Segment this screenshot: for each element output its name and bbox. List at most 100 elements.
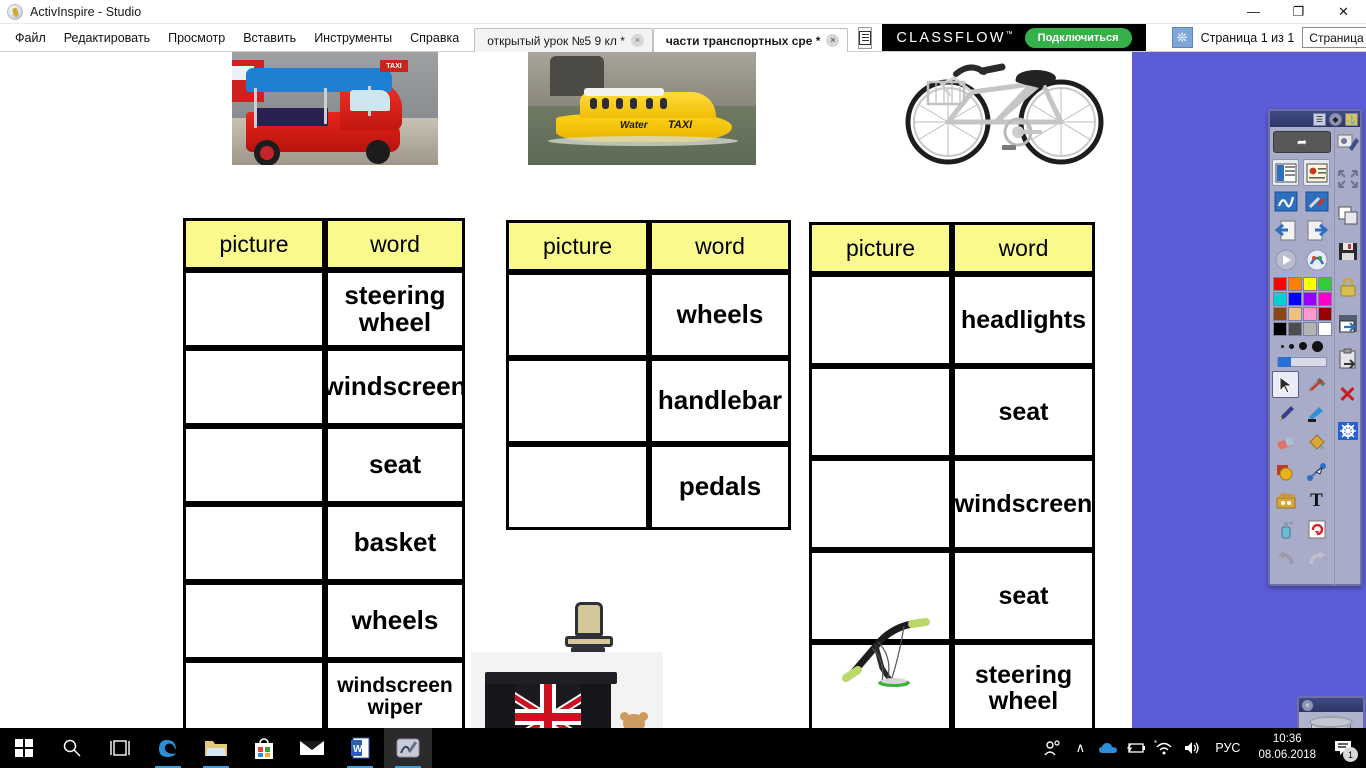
select-tool[interactable] [1272,371,1299,398]
show-hidden-icons-icon[interactable]: ∧ [1067,728,1093,768]
pen-tool[interactable] [1272,400,1299,427]
bicycle-photo[interactable] [896,52,1114,167]
battery-icon[interactable] [1123,728,1149,768]
fill-tool[interactable] [1303,429,1330,456]
clock[interactable]: 10:36 08.06.2018 [1250,732,1324,763]
table-row[interactable]: handlebar [506,358,791,444]
table-tuk-tuk[interactable]: picture word steering wheel windscreen s… [183,218,467,728]
tab-close-icon[interactable]: × [826,34,840,47]
duplicate-icon[interactable] [1336,203,1360,227]
table-row[interactable]: headlights [809,274,1095,366]
page-browser-icon[interactable] [1272,159,1299,186]
table-row[interactable]: seat [809,366,1095,458]
word-cell[interactable]: seat [952,366,1095,458]
minimize-button[interactable]: — [1231,0,1276,24]
tab-close-icon[interactable]: × [630,34,644,47]
table-row[interactable]: steering wheel [183,270,465,348]
palette-dock-icon[interactable]: ☰ [1313,112,1326,126]
picture-cell[interactable] [183,504,325,582]
toolbox-header[interactable]: ☰ ◆ ⚓ [1270,111,1360,127]
palette-pin-icon[interactable]: ⚓ [1345,112,1358,126]
union-jack-chest-photo[interactable] [471,652,663,728]
table-water-taxi[interactable]: picture word wheels handlebar pedals [506,220,791,530]
previous-page-icon[interactable] [1272,217,1299,244]
zoom-select[interactable]: Страница целиком ⌄ [1302,27,1366,48]
menu-help[interactable]: Справка [401,27,468,49]
color-swatch[interactable] [1287,322,1302,336]
car-seat-photo[interactable] [553,600,625,658]
menu-insert[interactable]: Вставить [234,27,305,49]
picture-cell[interactable] [506,444,649,530]
table-row[interactable]: wheels [506,272,791,358]
start-button[interactable] [0,728,48,768]
tab-vehicle-parts[interactable]: части транспортных сре * × [652,28,849,52]
clipboard-icon[interactable] [1336,347,1360,371]
activinspire-button[interactable] [384,728,432,768]
pen-width-option[interactable] [1289,343,1294,349]
table-row[interactable]: seat [183,426,465,504]
color-swatch[interactable] [1272,307,1287,321]
color-swatch[interactable] [1287,307,1302,321]
handlebar-photo[interactable] [842,612,940,690]
picture-cell[interactable] [809,458,952,550]
volume-icon[interactable] [1179,728,1205,768]
delete-icon[interactable]: ✕ [1336,383,1360,407]
people-icon[interactable] [1039,728,1065,768]
picture-cell[interactable] [183,348,325,426]
file-explorer-button[interactable] [192,728,240,768]
table-row[interactable]: basket [183,504,465,582]
picture-cell[interactable] [506,272,649,358]
highlighter-tool[interactable] [1303,400,1330,427]
undo-icon[interactable] [1272,545,1299,572]
task-view-button[interactable] [96,728,144,768]
color-swatch[interactable] [1317,307,1332,321]
pen-width-option[interactable] [1281,344,1284,348]
color-swatch[interactable] [1272,277,1287,291]
shape-tool[interactable] [1272,458,1299,485]
menu-edit[interactable]: Редактировать [55,27,159,49]
table-row[interactable]: wheels [183,582,465,660]
palette-settings-icon[interactable] [1303,246,1330,273]
share-button[interactable]: ➦ [1273,131,1331,153]
wastebasket-icon[interactable] [1309,716,1353,728]
menu-file[interactable]: Файл [6,27,55,49]
language-indicator[interactable]: РУС [1207,741,1248,755]
word-cell[interactable]: seat [325,426,465,504]
flipchart-page[interactable]: TAXI Water TAXI picture word steering wh… [0,52,1132,728]
notifications-button[interactable]: 1 [1326,728,1360,768]
connector-tool[interactable] [1303,458,1330,485]
camera-icon[interactable] [1336,131,1360,155]
pen-width-slider[interactable] [1277,357,1327,367]
save-icon[interactable] [1336,239,1360,263]
table-row[interactable]: windscreen [183,348,467,426]
word-cell[interactable]: steering wheel [952,642,1095,728]
media-tool[interactable] [1272,487,1299,514]
picture-cell[interactable] [809,274,952,366]
tuk-tuk-photo[interactable]: TAXI [232,52,438,165]
word-cell[interactable]: headlights [952,274,1095,366]
word-cell[interactable]: handlebar [649,358,791,444]
eraser-tool[interactable] [1272,429,1299,456]
word-button[interactable]: W [336,728,384,768]
color-swatch[interactable] [1302,292,1317,306]
close-icon[interactable]: × [1302,699,1313,711]
color-swatch[interactable] [1302,277,1317,291]
pen-width-option[interactable] [1299,342,1307,350]
color-swatch[interactable] [1272,322,1287,336]
word-cell[interactable]: seat [952,550,1095,642]
fit-page-icon[interactable] [1336,167,1360,191]
word-cell[interactable]: wheels [649,272,791,358]
resource-browser-icon[interactable] [1303,159,1330,186]
word-cell[interactable]: steering wheel [325,270,465,348]
picture-cell[interactable] [809,366,952,458]
pen-width-option[interactable] [1312,340,1323,352]
admin-tools-icon[interactable] [1303,371,1330,398]
wifi-icon[interactable]: * [1151,728,1177,768]
color-palette[interactable] [1272,277,1332,336]
water-taxi-photo[interactable]: Water TAXI [528,52,756,165]
annotate-over-desktop-icon[interactable] [1272,188,1299,215]
color-swatch[interactable] [1287,277,1302,291]
table-row[interactable]: pedals [506,444,791,530]
word-cell[interactable]: pedals [649,444,791,530]
page-snowflake-icon[interactable]: ❊ [1171,27,1193,48]
